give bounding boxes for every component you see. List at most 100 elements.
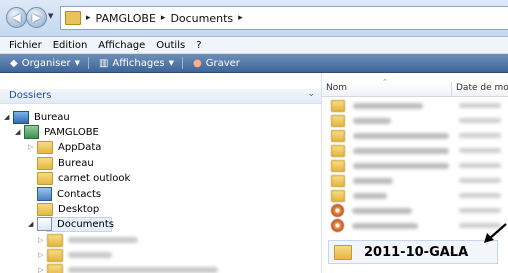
views-button[interactable]: ▥ Affichages ▼	[99, 58, 174, 69]
folder-icon	[331, 174, 345, 187]
folder-icon	[47, 263, 63, 273]
blurred-date	[459, 133, 501, 138]
folder-icon	[37, 202, 53, 216]
column-header-date[interactable]: Date de mo	[456, 83, 508, 93]
file-row[interactable]	[322, 189, 508, 202]
tree-item-desktop[interactable]: Desktop	[37, 202, 99, 216]
menu-outils[interactable]: Outils	[156, 40, 185, 51]
breadcrumb-documents[interactable]: Documents	[170, 12, 233, 25]
highlighted-folder-row[interactable]: 2011-10-GALA	[328, 240, 498, 264]
folders-section-header[interactable]: Dossiers ⌄	[0, 89, 321, 104]
expand-arrow-icon[interactable]: ◢	[15, 128, 24, 136]
explorer-window: ◀ ▶ ▼ ▸ PAMGLOBE ▸ Documents ▸ Fichier E…	[0, 0, 508, 273]
blurred-filename	[353, 147, 449, 154]
tree-item-carnet-outlook[interactable]: carnet outlook	[37, 171, 130, 185]
menu-fichier[interactable]: Fichier	[9, 40, 42, 51]
blurred-date	[459, 103, 501, 108]
tree-item-bureau[interactable]: Bureau	[37, 156, 94, 170]
folder-icon	[47, 248, 63, 262]
tree-item-blurred[interactable]: ▷	[38, 233, 138, 247]
tree-item-appdata[interactable]: ▷ AppData	[28, 140, 101, 154]
burn-disc-icon: ●	[193, 57, 202, 69]
collapsed-arrow-icon[interactable]: ▷	[38, 236, 47, 244]
contacts-icon	[37, 187, 52, 201]
menu-affichage[interactable]: Affichage	[98, 40, 145, 51]
command-bar: ◆ Organiser ▼ ▥ Affichages ▼ ● Graver	[0, 54, 508, 73]
folder-icon	[65, 11, 81, 25]
folder-icon	[37, 171, 53, 185]
breadcrumb-pamglobe[interactable]: PAMGLOBE	[96, 12, 156, 25]
folder-icon	[334, 244, 352, 260]
chevron-right-icon[interactable]: ▸	[238, 13, 243, 23]
sort-indicator-icon: ⌃	[382, 78, 388, 86]
folder-icon	[331, 114, 345, 127]
tree-item-label: AppData	[58, 141, 102, 153]
menu-edition[interactable]: Edition	[53, 40, 88, 51]
tree-item-blurred[interactable]: ▷	[38, 248, 112, 262]
blurred-filename	[352, 207, 412, 214]
file-row[interactable]	[322, 144, 508, 157]
column-header-name[interactable]: Nom	[326, 83, 347, 93]
collapsed-arrow-icon[interactable]: ▷	[38, 266, 47, 273]
tree-item-blurred[interactable]: ▷	[38, 263, 218, 273]
organize-button[interactable]: ◆ Organiser ▼	[10, 58, 80, 69]
recent-pages-dropdown-icon[interactable]: ▼	[48, 12, 53, 20]
folder-icon	[331, 189, 345, 202]
tree-item-label: Contacts	[57, 188, 102, 200]
blurred-filename	[353, 192, 387, 199]
views-label: Affichages	[112, 57, 165, 69]
tree-item-bureau-root[interactable]: ◢ Bureau	[4, 110, 70, 124]
chevron-right-icon[interactable]: ▸	[161, 13, 166, 23]
blurred-date	[459, 118, 501, 123]
back-button[interactable]: ◀	[6, 7, 27, 28]
disc-image-icon	[331, 204, 344, 217]
blurred-filename	[352, 222, 418, 229]
navigation-pane: Dossiers ⌄ ◢ Bureau ◢ PAMGLOBE ▷ AppData…	[0, 73, 321, 273]
collapsed-arrow-icon[interactable]: ▷	[38, 251, 47, 259]
file-row[interactable]	[322, 204, 508, 217]
tree-item-label: carnet outlook	[58, 172, 131, 184]
organize-label: Organiser	[21, 57, 71, 69]
folder-icon	[47, 233, 63, 247]
chevron-down-icon: ▼	[74, 59, 80, 67]
blurred-date	[459, 163, 501, 168]
folder-icon	[37, 156, 53, 170]
tree-item-pamglobe[interactable]: ◢ PAMGLOBE	[15, 125, 99, 139]
blurred-filename	[353, 117, 391, 124]
expand-arrow-icon[interactable]: ◢	[4, 113, 13, 121]
burn-button[interactable]: ● Graver	[193, 58, 240, 69]
chevron-down-icon[interactable]: ⌄	[307, 89, 315, 99]
expand-arrow-icon[interactable]: ◢	[28, 220, 37, 228]
file-row[interactable]	[322, 114, 508, 127]
file-row[interactable]	[322, 159, 508, 172]
folder-icon	[331, 159, 345, 172]
blurred-label	[68, 267, 218, 273]
blurred-label	[68, 237, 138, 243]
toolbar-divider	[182, 57, 183, 69]
collapsed-arrow-icon[interactable]: ▷	[28, 143, 37, 151]
tree-item-label: Documents	[57, 218, 115, 230]
address-bar[interactable]: ▸ PAMGLOBE ▸ Documents ▸	[60, 6, 508, 30]
user-folder-icon	[24, 125, 39, 139]
blurred-date	[459, 178, 501, 183]
blurred-label	[68, 252, 112, 258]
tree-item-label: Desktop	[58, 203, 100, 215]
tree-item-label: Bureau	[58, 157, 94, 169]
file-row[interactable]	[322, 219, 508, 232]
views-icon: ▥	[98, 57, 109, 69]
file-list-pane: ⌃ Nom Date de mo 2011-10-GALA	[322, 73, 508, 273]
forward-button[interactable]: ▶	[26, 7, 47, 28]
file-row[interactable]	[322, 129, 508, 142]
folder-icon	[37, 140, 53, 154]
chevron-right-icon[interactable]: ▸	[86, 13, 91, 23]
tree-item-contacts[interactable]: Contacts	[37, 187, 101, 201]
tree-item-documents[interactable]: ◢ Documents	[28, 217, 114, 231]
blurred-filename	[353, 102, 423, 109]
file-row[interactable]	[322, 174, 508, 187]
tree-item-label: Bureau	[34, 111, 70, 123]
column-divider[interactable]	[451, 82, 452, 96]
menu-help[interactable]: ?	[196, 40, 201, 51]
folders-section-title: Dossiers	[9, 90, 52, 101]
blurred-filename	[353, 132, 449, 139]
file-row[interactable]	[322, 99, 508, 112]
